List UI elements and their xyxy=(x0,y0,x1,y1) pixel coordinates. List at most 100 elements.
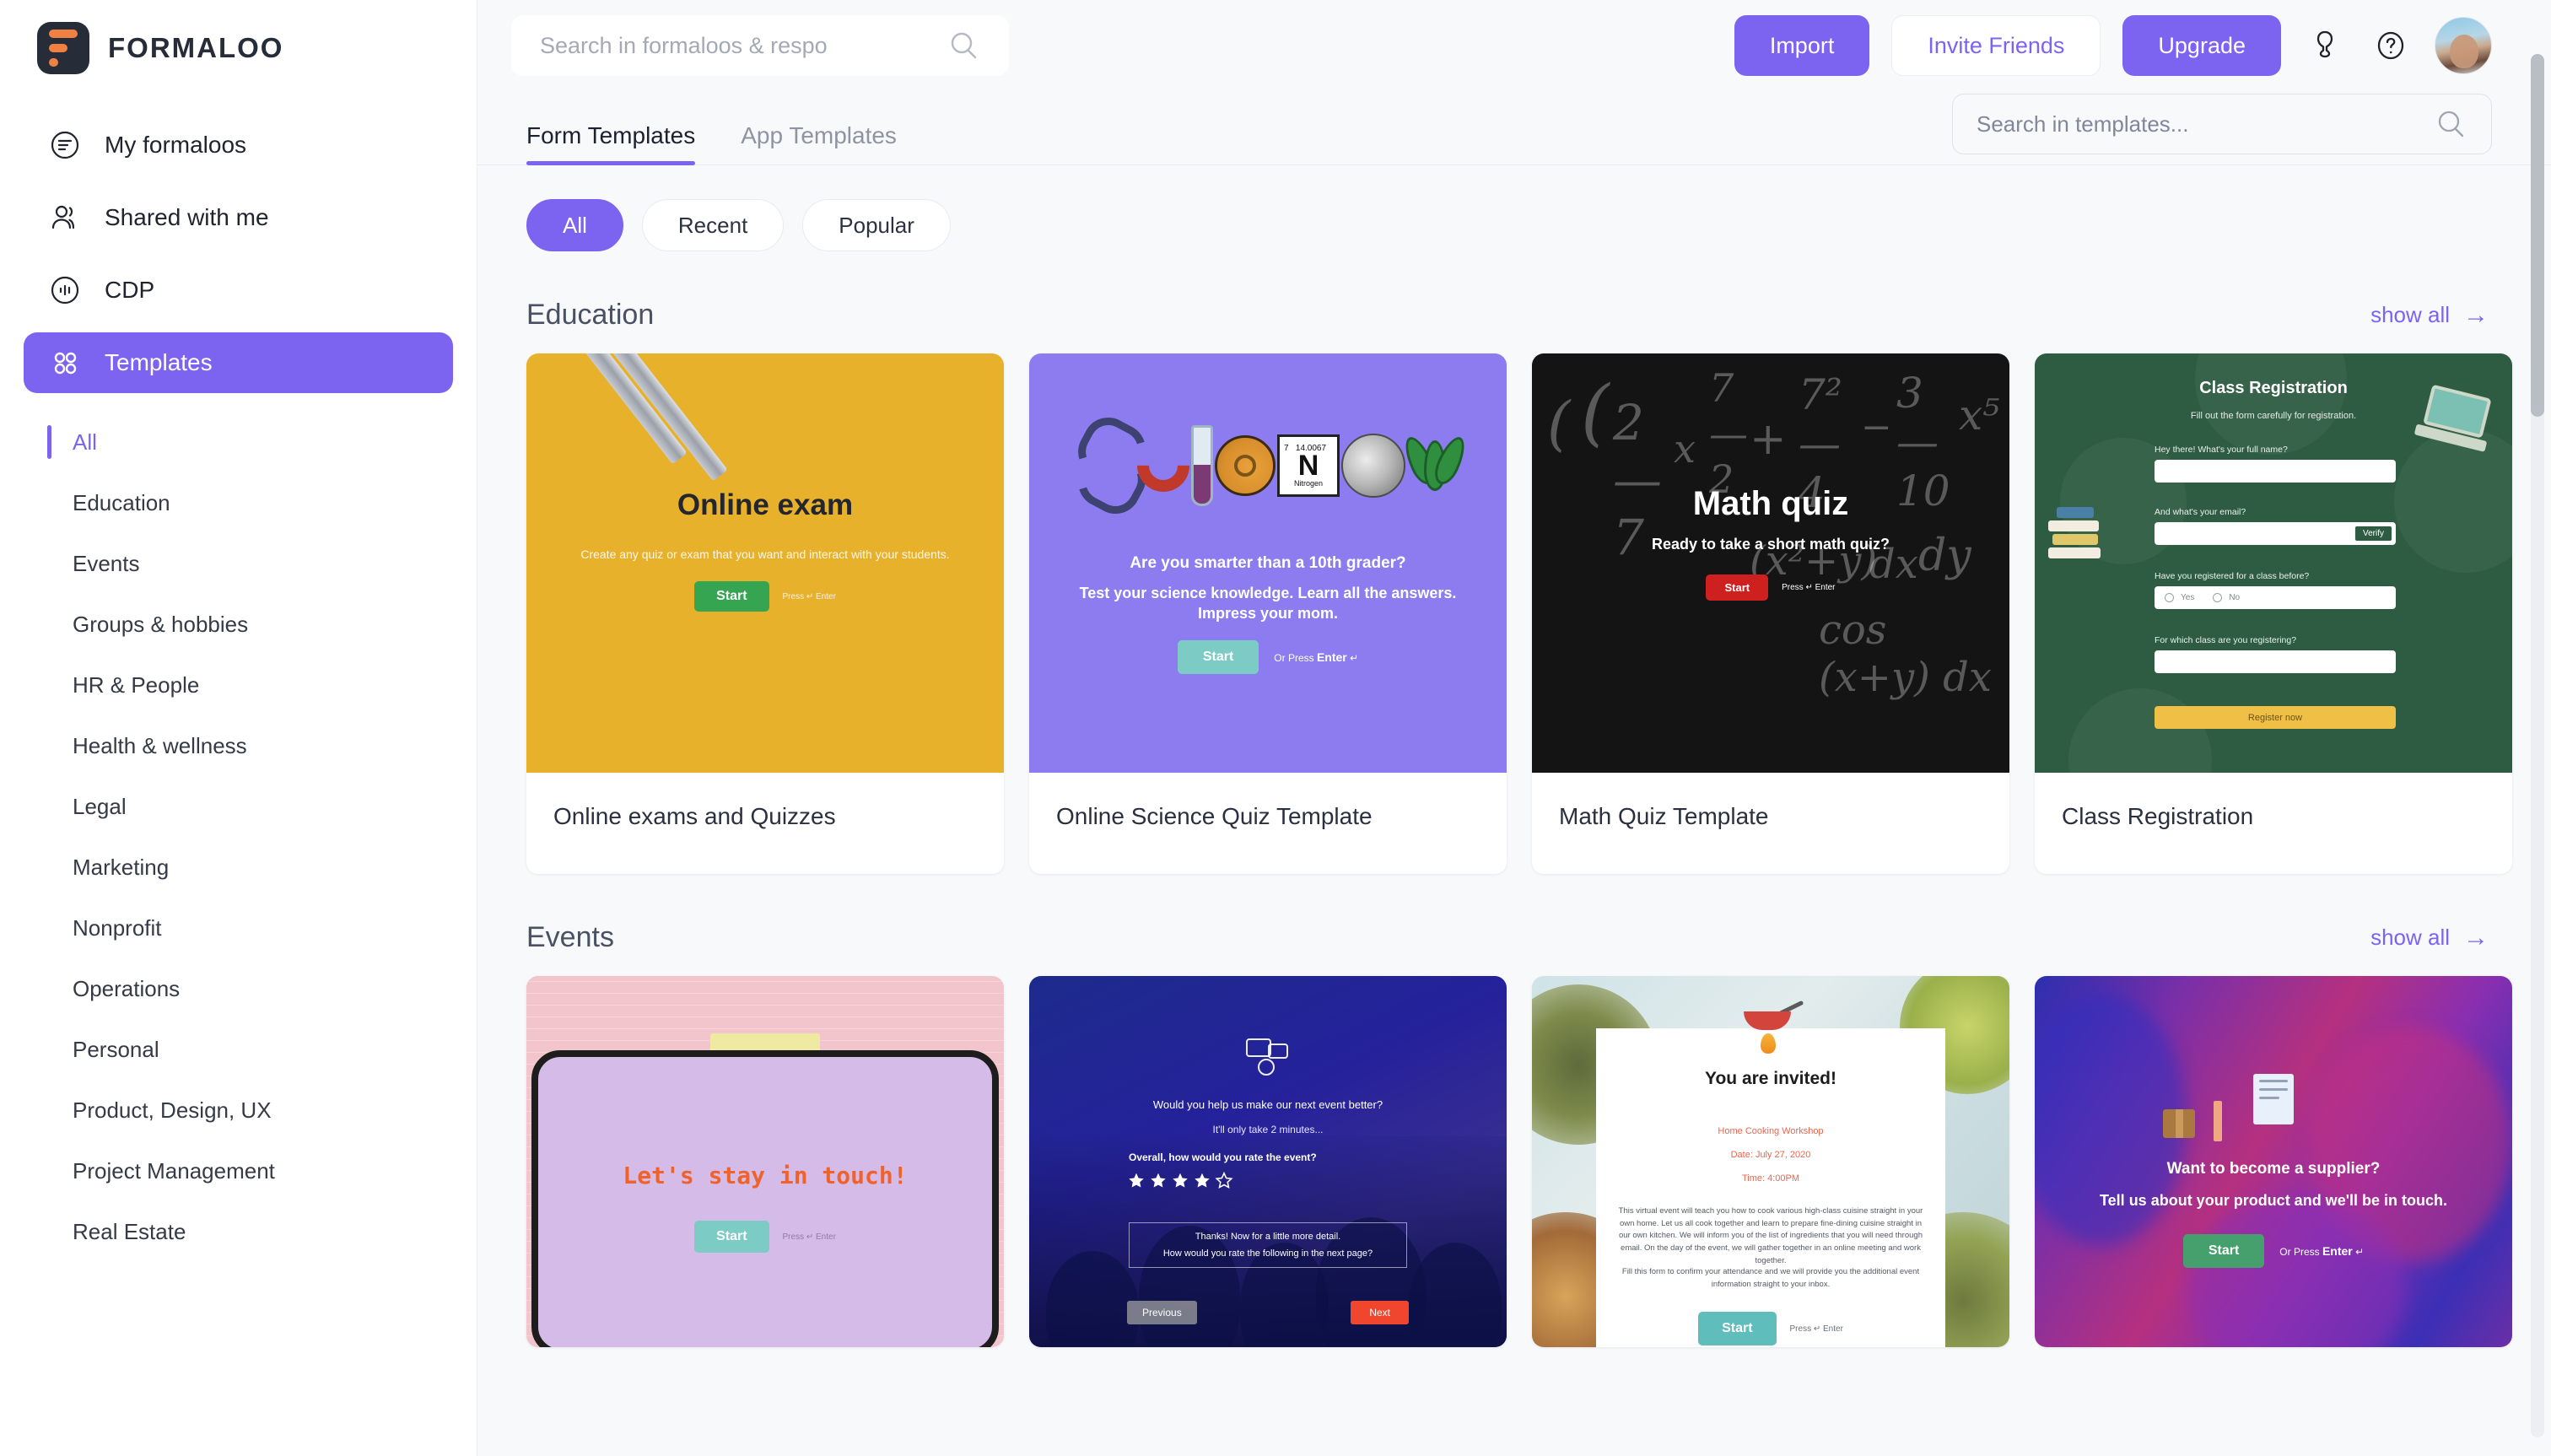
category-item-operations[interactable]: Operations xyxy=(47,958,477,1019)
sidebar-item-my-formaloos[interactable]: My formaloos xyxy=(24,115,453,175)
sidebar-item-shared-with-me[interactable]: Shared with me xyxy=(24,187,453,248)
template-card[interactable]: Would you help us make our next event be… xyxy=(1029,976,1507,1347)
category-item-nonprofit[interactable]: Nonprofit xyxy=(47,898,477,958)
template-grid-education: Online exam Create any quiz or exam that… xyxy=(511,353,2512,874)
template-title: Math Quiz Template xyxy=(1559,803,1769,829)
topbar-actions: Import Invite Friends Upgrade xyxy=(1734,15,2492,76)
template-card[interactable]: You are invited! Home Cooking Workshop D… xyxy=(1532,976,2009,1347)
filter-all[interactable]: All xyxy=(526,199,623,251)
tabs-row: Form Templates App Templates xyxy=(477,91,2551,165)
template-preview-online-exam: Online exam Create any quiz or exam that… xyxy=(526,353,1004,773)
template-search[interactable] xyxy=(1952,94,2492,154)
category-item-events[interactable]: Events xyxy=(47,533,477,594)
template-grid-events: Let's stay in touch! Start Press ↵ Enter xyxy=(511,976,2512,1347)
template-search-input[interactable] xyxy=(1977,111,2415,138)
filter-label: All xyxy=(563,212,587,238)
list-circle-icon xyxy=(47,127,83,163)
formaloo-logo-icon xyxy=(37,22,89,74)
preview-next-button: Next xyxy=(1351,1301,1409,1324)
section-header-events: Events show all → xyxy=(511,921,2492,954)
science-wordmark-icon: 7 14.0067 N Nitrogen xyxy=(1029,411,1507,520)
show-all-education[interactable]: show all → xyxy=(2370,302,2489,328)
category-item-all[interactable]: All xyxy=(47,412,477,472)
preview-start-button: Start xyxy=(694,581,769,612)
scrollbar-thumb[interactable] xyxy=(2531,54,2544,417)
sidebar-item-templates[interactable]: Templates xyxy=(24,332,453,393)
brand-logo[interactable]: FORMALOO xyxy=(0,0,477,74)
search-icon[interactable] xyxy=(947,29,980,62)
tab-form-templates[interactable]: Form Templates xyxy=(526,122,696,165)
radio-group: Yes No xyxy=(2155,586,2396,609)
preview-subtitle: Ready to take a short math quiz? xyxy=(1651,536,1890,553)
search-icon[interactable] xyxy=(2434,107,2467,141)
template-card[interactable]: Class Registration Fill out the form car… xyxy=(2035,353,2512,874)
filter-label: Recent xyxy=(677,212,748,238)
show-all-events[interactable]: show all → xyxy=(2370,925,2489,951)
category-item-education[interactable]: Education xyxy=(47,472,477,533)
note-line-2: How would you rate the following in the … xyxy=(1162,1248,1373,1259)
cooking-pan-icon xyxy=(1739,993,1804,1055)
category-label: Project Management xyxy=(73,1157,275,1184)
dna-letter-s-icon xyxy=(1073,418,1135,513)
tab-list: Form Templates App Templates xyxy=(511,90,897,165)
template-card[interactable]: Want to become a supplier? Tell us about… xyxy=(2035,976,2512,1347)
global-search[interactable] xyxy=(511,15,1009,76)
filter-popular[interactable]: Popular xyxy=(802,199,951,251)
sidebar-item-label: Shared with me xyxy=(105,204,269,230)
search-input[interactable] xyxy=(540,32,936,59)
preview-hint: Press ↵ Enter xyxy=(782,591,836,601)
books-icon xyxy=(2048,507,2104,561)
category-item-hr-people[interactable]: HR & People xyxy=(47,655,477,715)
section-title: Events xyxy=(526,921,614,953)
pencil-icon xyxy=(2214,1101,2222,1141)
category-item-product-design-ux[interactable]: Product, Design, UX xyxy=(47,1080,477,1141)
category-label: Legal xyxy=(73,793,127,819)
import-button[interactable]: Import xyxy=(1734,15,1870,76)
help-icon[interactable] xyxy=(2369,24,2413,67)
category-item-health-wellness[interactable]: Health & wellness xyxy=(47,715,477,776)
feedback-icon xyxy=(1246,1038,1290,1079)
category-label: Education xyxy=(73,489,170,515)
template-card[interactable]: Let's stay in touch! Start Press ↵ Enter xyxy=(526,976,1004,1347)
filter-recent[interactable]: Recent xyxy=(641,199,785,251)
show-all-label: show all xyxy=(2370,925,2450,950)
tab-app-templates[interactable]: App Templates xyxy=(741,122,897,164)
preview-subtitle: Test your science knowledge. Learn all t… xyxy=(1079,585,1457,623)
app-root: FORMALOO My formaloos Shared with me CDP… xyxy=(0,0,2551,1456)
star-icon-filled xyxy=(1193,1172,1211,1189)
preview-start-button: Start xyxy=(2182,1234,2265,1268)
preview-start-button: Start xyxy=(1177,640,1259,674)
preview-previous-button: Previous xyxy=(1127,1301,1197,1324)
template-card[interactable]: Online exam Create any quiz or exam that… xyxy=(526,353,1004,874)
preview-body-2: Fill this form to confirm your attendanc… xyxy=(1621,1267,1920,1289)
sidebar-nav: My formaloos Shared with me CDP Template… xyxy=(0,115,477,393)
category-item-project-management[interactable]: Project Management xyxy=(47,1141,477,1201)
tab-label: App Templates xyxy=(741,122,897,148)
show-all-label: show all xyxy=(2370,302,2450,327)
shell-letter-e-icon xyxy=(1215,435,1276,496)
element-number: 7 xyxy=(1284,444,1289,454)
template-preview-event-feedback: Would you help us make our next event be… xyxy=(1029,976,1507,1347)
avatar[interactable] xyxy=(2435,17,2492,74)
category-item-marketing[interactable]: Marketing xyxy=(47,837,477,898)
section-header-education: Education show all → xyxy=(511,299,2492,332)
category-item-real-estate[interactable]: Real Estate xyxy=(47,1201,477,1262)
template-card[interactable]: 7 14.0067 N Nitrogen Are you smarter tha… xyxy=(1029,353,1507,874)
preview-question: Are you smarter than a 10th grader? xyxy=(1130,554,1406,572)
templates-content: All Recent Popular Education show all → xyxy=(477,165,2551,1347)
preview-start-button: Start xyxy=(1698,1312,1777,1345)
sidebar-item-cdp[interactable]: CDP xyxy=(24,260,453,321)
category-item-legal[interactable]: Legal xyxy=(47,776,477,837)
package-icon xyxy=(2163,1109,2195,1138)
upgrade-button[interactable]: Upgrade xyxy=(2122,15,2281,76)
invite-friends-button[interactable]: Invite Friends xyxy=(1891,15,2101,76)
category-label: Operations xyxy=(73,975,181,1001)
preview-subtitle: It'll only take 2 minutes... xyxy=(1212,1124,1324,1135)
template-card[interactable]: ( ( 2—7 x 7—2 + 7² —4 − 3—10 x⁵ (x²+y) dx… xyxy=(1532,353,2009,874)
award-icon[interactable] xyxy=(2303,24,2347,67)
users-icon xyxy=(47,200,83,235)
category-item-groups-hobbies[interactable]: Groups & hobbies xyxy=(47,594,477,655)
star-icon-empty xyxy=(1215,1172,1233,1189)
vertical-scrollbar[interactable] xyxy=(2531,54,2544,1437)
category-item-personal[interactable]: Personal xyxy=(47,1019,477,1080)
